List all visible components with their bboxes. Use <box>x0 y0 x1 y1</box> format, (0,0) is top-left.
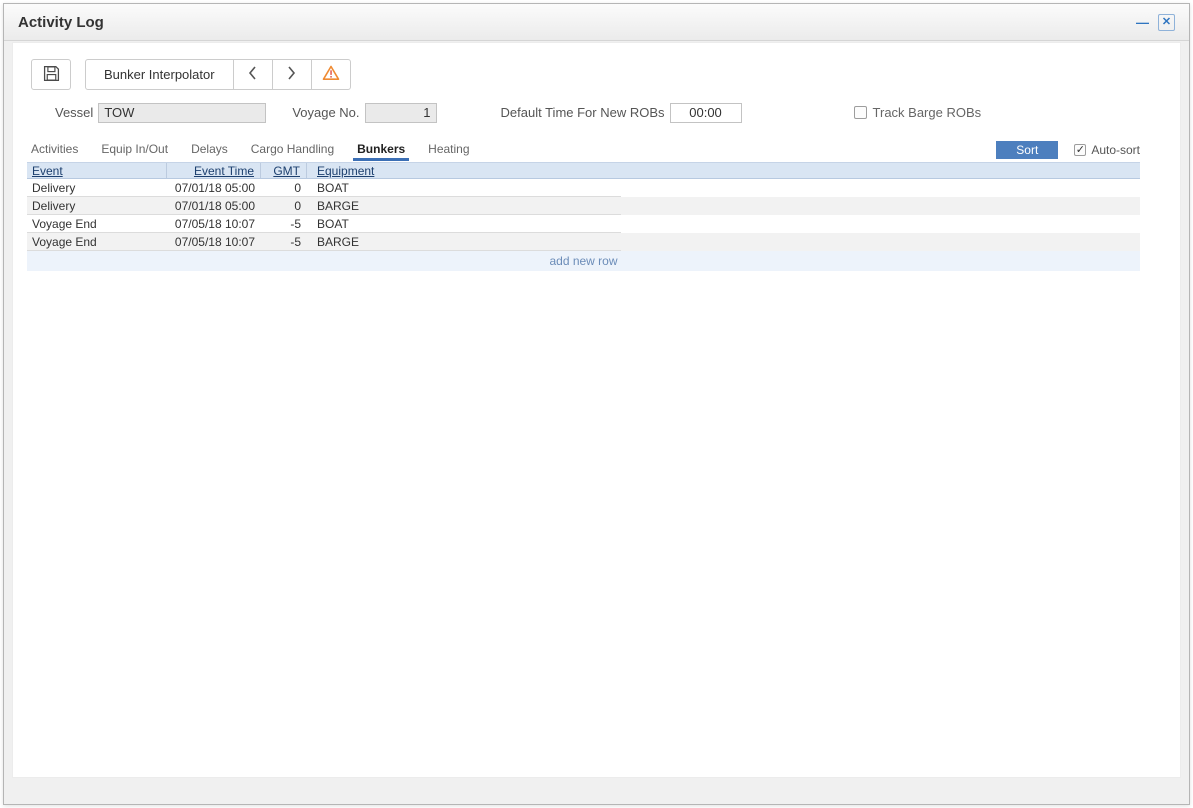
cell-gmt: -5 <box>261 233 307 250</box>
toolbar-button-group: Bunker Interpolator <box>85 59 351 90</box>
next-button[interactable] <box>272 59 312 90</box>
activity-log-window: Activity Log — ✕ Bunker Interpolator <box>3 3 1190 805</box>
cell-gmt: -5 <box>261 215 307 232</box>
previous-button[interactable] <box>233 59 273 90</box>
sort-button[interactable]: Sort <box>996 141 1058 159</box>
tab-bunkers[interactable]: Bunkers <box>353 142 409 161</box>
table-row[interactable]: Delivery07/01/18 05:000BARGE <box>27 197 1140 215</box>
column-header-equipment[interactable]: Equipment <box>307 163 621 178</box>
title-bar: Activity Log — ✕ <box>4 4 1189 41</box>
column-header-event-time[interactable]: Event Time <box>167 163 261 178</box>
sort-controls: Sort ✓ Auto-sort <box>996 141 1140 161</box>
toolbar: Bunker Interpolator <box>31 59 1166 90</box>
column-header-event[interactable]: Event <box>27 163 167 178</box>
tab-delays[interactable]: Delays <box>187 142 232 161</box>
cell-equipment: BARGE <box>307 233 621 250</box>
default-time-label: Default Time For New ROBs <box>501 105 665 120</box>
bunkers-table: EventEvent TimeGMTEquipment Delivery07/0… <box>27 162 1140 271</box>
main-area: Activities Equip In/Out Delays Cargo Handli… <box>27 141 1140 271</box>
chevron-left-icon <box>248 66 257 83</box>
minimize-button[interactable]: — <box>1134 14 1151 31</box>
cell-event: Voyage End <box>27 215 167 232</box>
voyage-no-input[interactable] <box>365 103 437 123</box>
cell-equipment: BOAT <box>307 215 621 232</box>
window-controls: — ✕ <box>1134 14 1175 31</box>
default-time-input[interactable] <box>670 103 742 123</box>
content-panel: Bunker Interpolator <box>12 42 1181 778</box>
cell-event-time: 07/01/18 05:00 <box>167 179 261 196</box>
chevron-right-icon <box>287 66 296 83</box>
warning-triangle-icon <box>322 65 340 84</box>
window-title: Activity Log <box>18 14 104 31</box>
autosort-checkbox[interactable]: ✓ <box>1074 144 1086 156</box>
tab-activities[interactable]: Activities <box>27 142 82 161</box>
tabs-row: Activities Equip In/Out Delays Cargo Handli… <box>27 141 1140 161</box>
floppy-disk-icon <box>43 65 60 85</box>
column-header-gmt[interactable]: GMT <box>261 163 307 178</box>
table-row[interactable]: Voyage End07/05/18 10:07-5BARGE <box>27 233 1140 251</box>
cell-gmt: 0 <box>261 179 307 196</box>
autosort-label: Auto-sort <box>1091 143 1140 157</box>
autosort-toggle: ✓ Auto-sort <box>1074 143 1140 157</box>
track-barge-robs-toggle: Track Barge ROBs <box>854 105 982 120</box>
table-row[interactable]: Voyage End07/05/18 10:07-5BOAT <box>27 215 1140 233</box>
cell-event: Delivery <box>27 197 167 214</box>
cell-equipment: BOAT <box>307 179 621 196</box>
header-form-row: Vessel Voyage No. Default Time For New R… <box>27 102 1166 123</box>
cell-event: Delivery <box>27 179 167 196</box>
track-barge-robs-label: Track Barge ROBs <box>873 105 982 120</box>
tab-equip-in-out[interactable]: Equip In/Out <box>97 142 172 161</box>
close-button[interactable]: ✕ <box>1158 14 1175 31</box>
warning-button[interactable] <box>311 59 351 90</box>
table-header-row: EventEvent TimeGMTEquipment <box>27 162 1140 179</box>
table-body: Delivery07/01/18 05:000BOATDelivery07/01… <box>27 179 1140 251</box>
voyage-no-label: Voyage No. <box>292 105 359 120</box>
tab-strip: Activities Equip In/Out Delays Cargo Handli… <box>27 142 489 161</box>
cell-event-time: 07/05/18 10:07 <box>167 215 261 232</box>
vessel-input[interactable] <box>98 103 266 123</box>
cell-event-time: 07/05/18 10:07 <box>167 233 261 250</box>
track-barge-robs-checkbox[interactable] <box>854 106 867 119</box>
tab-heating[interactable]: Heating <box>424 142 473 161</box>
add-new-row-link[interactable]: add new row <box>27 251 1140 271</box>
cell-event: Voyage End <box>27 233 167 250</box>
save-button[interactable] <box>31 59 71 90</box>
bunker-interpolator-button[interactable]: Bunker Interpolator <box>85 59 234 90</box>
tab-cargo-handling[interactable]: Cargo Handling <box>247 142 338 161</box>
cell-event-time: 07/01/18 05:00 <box>167 197 261 214</box>
cell-gmt: 0 <box>261 197 307 214</box>
table-row[interactable]: Delivery07/01/18 05:000BOAT <box>27 179 1140 197</box>
cell-equipment: BARGE <box>307 197 621 214</box>
vessel-label: Vessel <box>55 105 93 120</box>
